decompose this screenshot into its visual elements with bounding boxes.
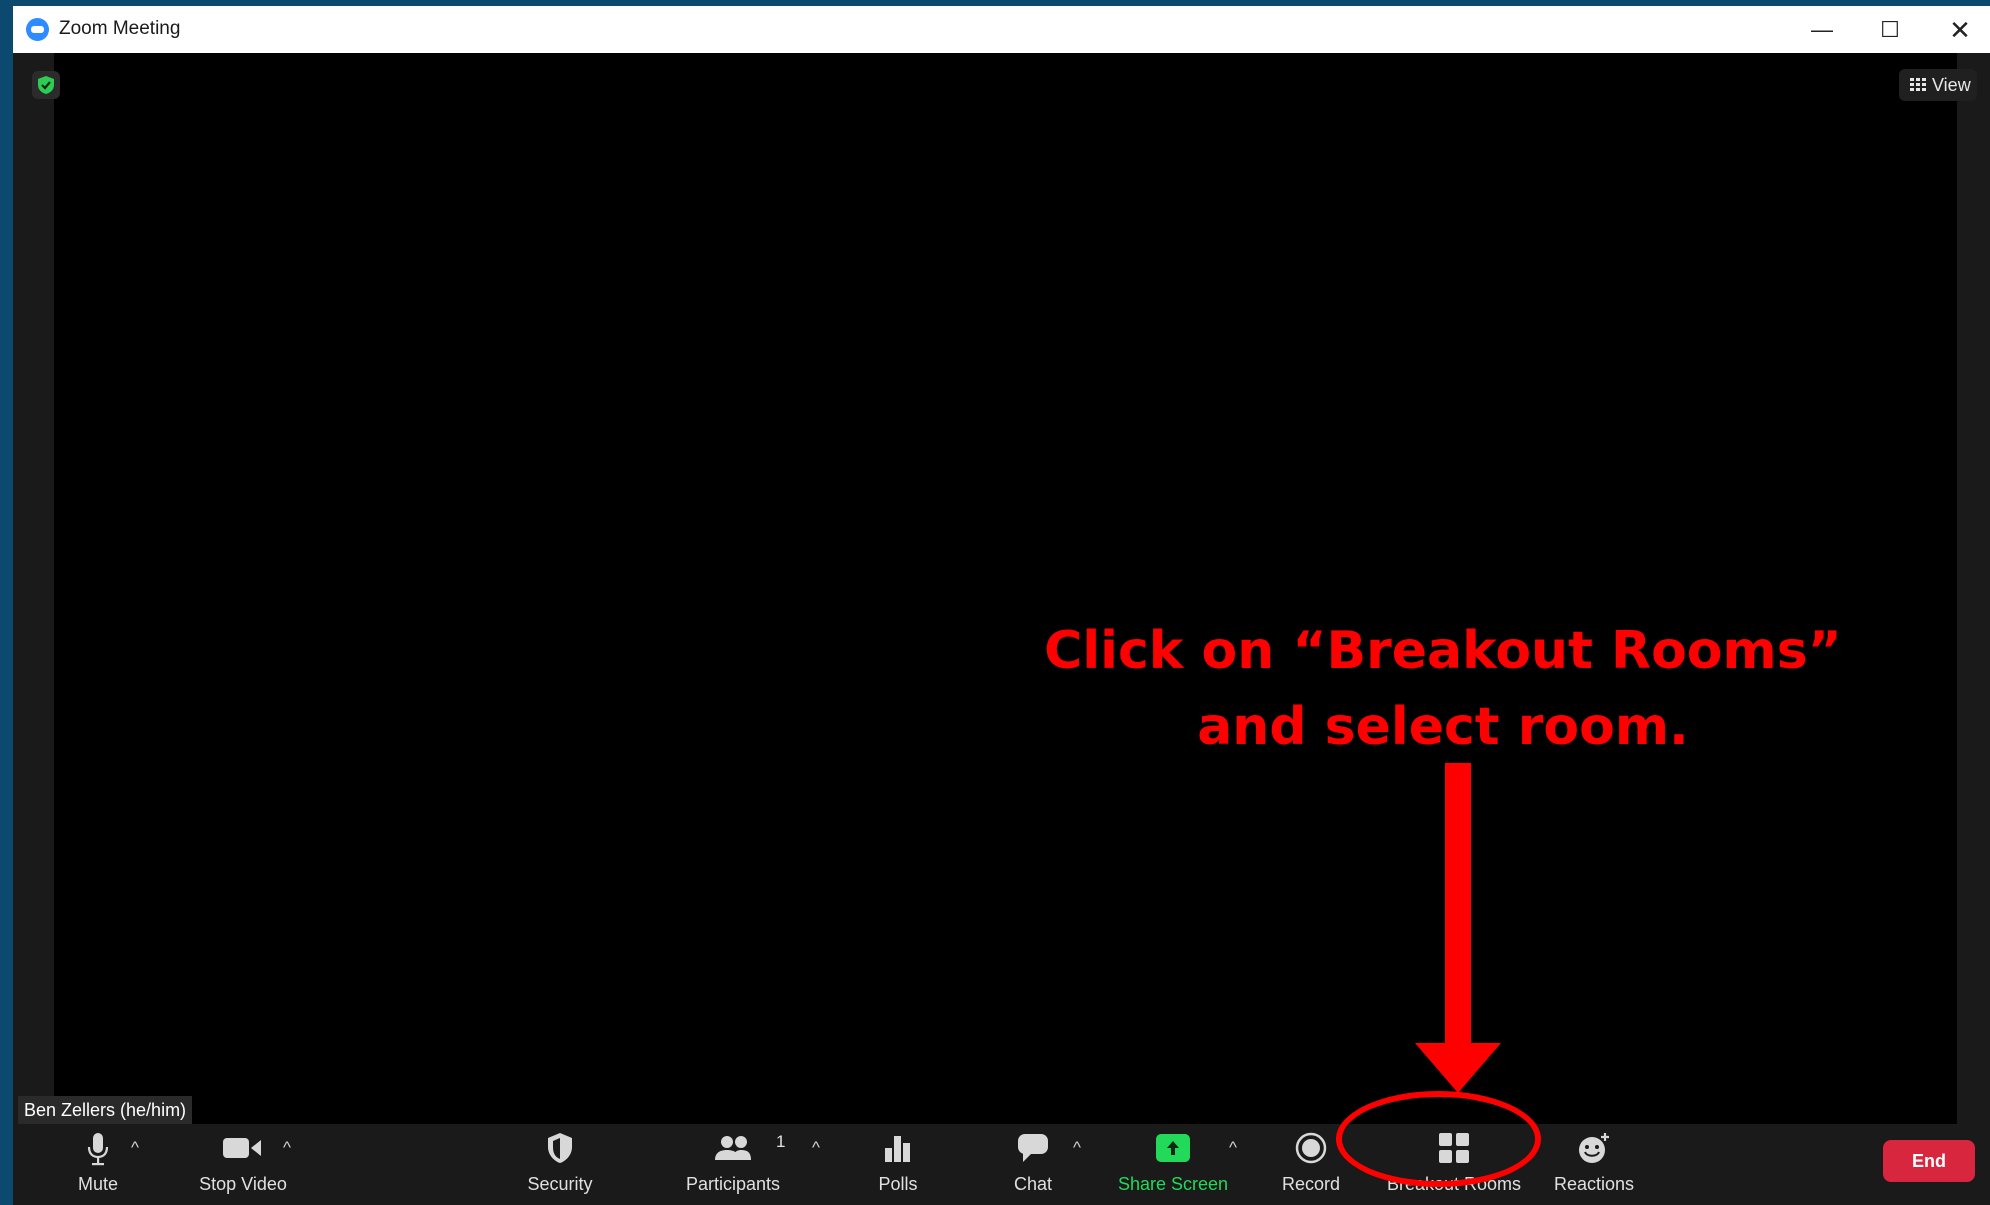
polls-icon <box>885 1136 910 1162</box>
stop-video-button[interactable]: Stop Video <box>183 1124 303 1205</box>
share-screen-label: Share Screen <box>1117 1174 1229 1194</box>
chat-button[interactable]: Chat <box>988 1124 1078 1205</box>
chevron-up-icon[interactable]: ^ <box>125 1138 145 1158</box>
chevron-up-icon[interactable]: ^ <box>806 1138 826 1158</box>
record-label: Record <box>1281 1174 1341 1194</box>
stop-video-label: Stop Video <box>199 1174 287 1194</box>
chevron-up-icon[interactable]: ^ <box>277 1138 297 1158</box>
video-camera-icon <box>223 1138 261 1158</box>
chat-label: Chat <box>1013 1174 1053 1194</box>
share-screen-button[interactable]: Share Screen <box>1108 1124 1238 1205</box>
maximize-button[interactable]: ☐ <box>1866 12 1914 48</box>
polls-button[interactable]: Polls <box>853 1124 943 1205</box>
chat-bubble-icon <box>1018 1134 1048 1162</box>
grid-view-icon <box>1910 78 1926 91</box>
participant-count: 1 <box>776 1132 786 1151</box>
share-screen-icon <box>1156 1134 1190 1162</box>
shield-icon <box>548 1133 572 1163</box>
title-bar: Zoom Meeting — ☐ ✕ <box>13 6 1990 53</box>
meeting-toolbar: Mute ^ Stop Video ^ Security 1 Participa… <box>13 1124 1990 1205</box>
reactions-label: Reactions <box>1553 1174 1635 1194</box>
participants-button[interactable]: 1 Participants <box>668 1124 798 1205</box>
annotation-arrow <box>1415 763 1501 1093</box>
participants-icon <box>715 1136 751 1160</box>
view-label: View <box>1932 75 1971 95</box>
zoom-logo-icon <box>26 18 49 41</box>
annotation-line-1: Click on “Breakout Rooms” <box>1044 621 1842 681</box>
security-button[interactable]: Security <box>515 1124 605 1205</box>
reactions-button[interactable]: Reactions <box>1539 1124 1649 1205</box>
mute-label: Mute <box>77 1174 119 1194</box>
close-button[interactable]: ✕ <box>1936 12 1984 48</box>
participants-label: Participants <box>685 1174 781 1194</box>
mute-button[interactable]: Mute <box>53 1124 143 1205</box>
reactions-icon <box>1579 1133 1609 1163</box>
chevron-up-icon[interactable]: ^ <box>1067 1138 1087 1158</box>
record-icon <box>1295 1132 1327 1164</box>
polls-label: Polls <box>878 1174 918 1194</box>
end-meeting-button[interactable]: End <box>1883 1140 1975 1182</box>
window-title: Zoom Meeting <box>59 18 181 39</box>
minimize-button[interactable]: — <box>1798 12 1846 48</box>
participant-name-tag: Ben Zellers (he/him) <box>18 1096 193 1124</box>
security-shield-icon[interactable] <box>32 71 60 99</box>
chevron-up-icon[interactable]: ^ <box>1223 1138 1243 1158</box>
meeting-stage: View Click on “Breakout Rooms” and selec… <box>13 53 1990 1124</box>
microphone-icon <box>87 1133 109 1166</box>
view-button[interactable]: View <box>1899 69 1977 101</box>
zoom-window: Zoom Meeting — ☐ ✕ View Click on “Breako… <box>13 6 1990 1205</box>
security-label: Security <box>527 1174 593 1194</box>
video-area <box>54 53 1957 1124</box>
tutorial-annotation: Click on “Breakout Rooms” and select roo… <box>1033 613 1853 765</box>
breakout-rooms-highlight-circle <box>1336 1091 1541 1187</box>
annotation-line-2: and select room. <box>1197 697 1689 757</box>
